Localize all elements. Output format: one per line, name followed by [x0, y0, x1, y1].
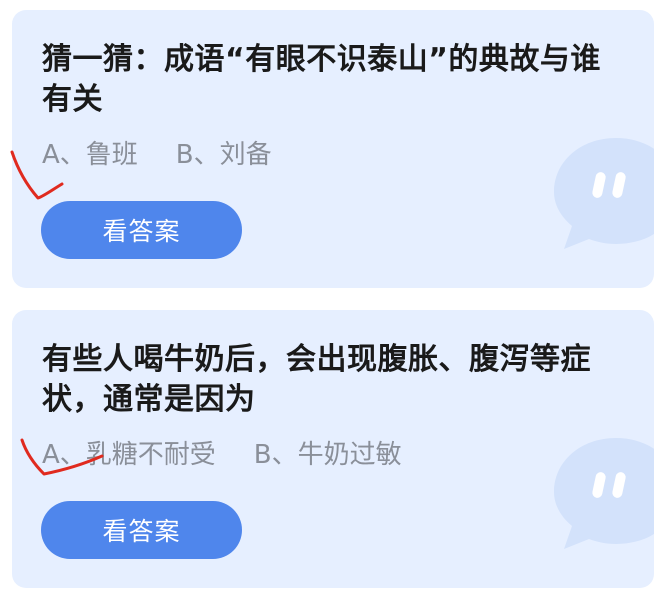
- question-text: 有些人喝牛奶后，会出现腹胀、腹泻等症状，通常是因为: [42, 342, 591, 417]
- view-answer-button[interactable]: 看答案: [41, 501, 242, 559]
- option-b[interactable]: B、牛奶过敏: [254, 434, 402, 471]
- quiz-card: 猜一猜：成语“有眼不识泰山”的典故与谁有关 A、鲁班 B、刘备 看答案: [12, 10, 654, 288]
- option-a[interactable]: A、乳糖不耐受: [42, 434, 216, 471]
- chat-bubble-icon: [554, 138, 654, 249]
- chat-bubble-icon: [554, 438, 654, 549]
- options-row: A、鲁班 B、刘备: [42, 134, 272, 171]
- options-row: A、乳糖不耐受 B、牛奶过敏: [42, 434, 402, 471]
- view-answer-button[interactable]: 看答案: [41, 201, 242, 259]
- question-text: 猜一猜：成语“有眼不识泰山”的典故与谁有关: [42, 42, 601, 117]
- option-b[interactable]: B、刘备: [176, 134, 272, 171]
- option-a[interactable]: A、鲁班: [42, 134, 138, 171]
- quiz-card: 有些人喝牛奶后，会出现腹胀、腹泻等症状，通常是因为 A、乳糖不耐受 B、牛奶过敏…: [12, 310, 654, 588]
